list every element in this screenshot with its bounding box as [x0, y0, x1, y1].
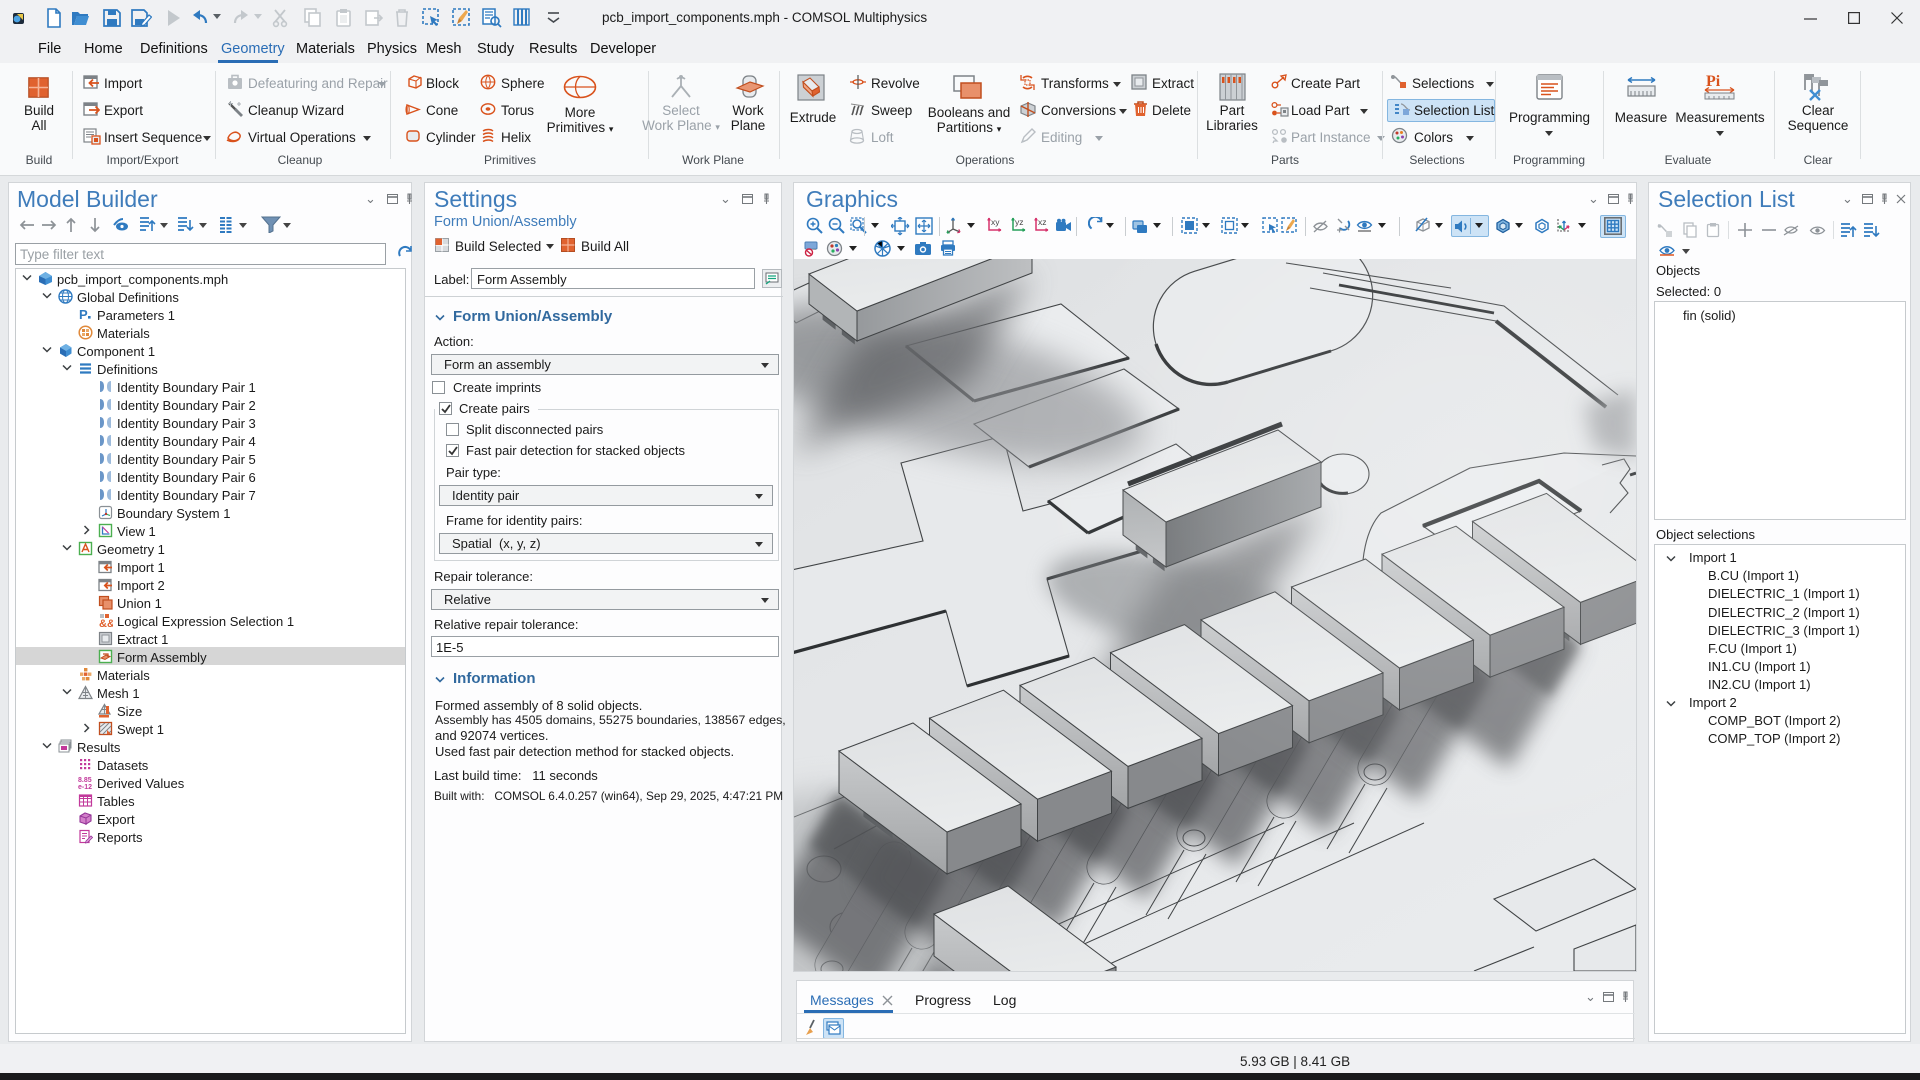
svg-text:yz: yz: [1015, 217, 1024, 227]
svg-text:xz: xz: [1038, 217, 1047, 227]
svg-text:e-12: e-12: [78, 784, 92, 790]
svg-text:&&: &&: [99, 618, 113, 628]
svg-text:xy: xy: [991, 217, 1000, 227]
svg-text:P: P: [79, 307, 88, 322]
svg-text:8.85: 8.85: [78, 777, 92, 784]
